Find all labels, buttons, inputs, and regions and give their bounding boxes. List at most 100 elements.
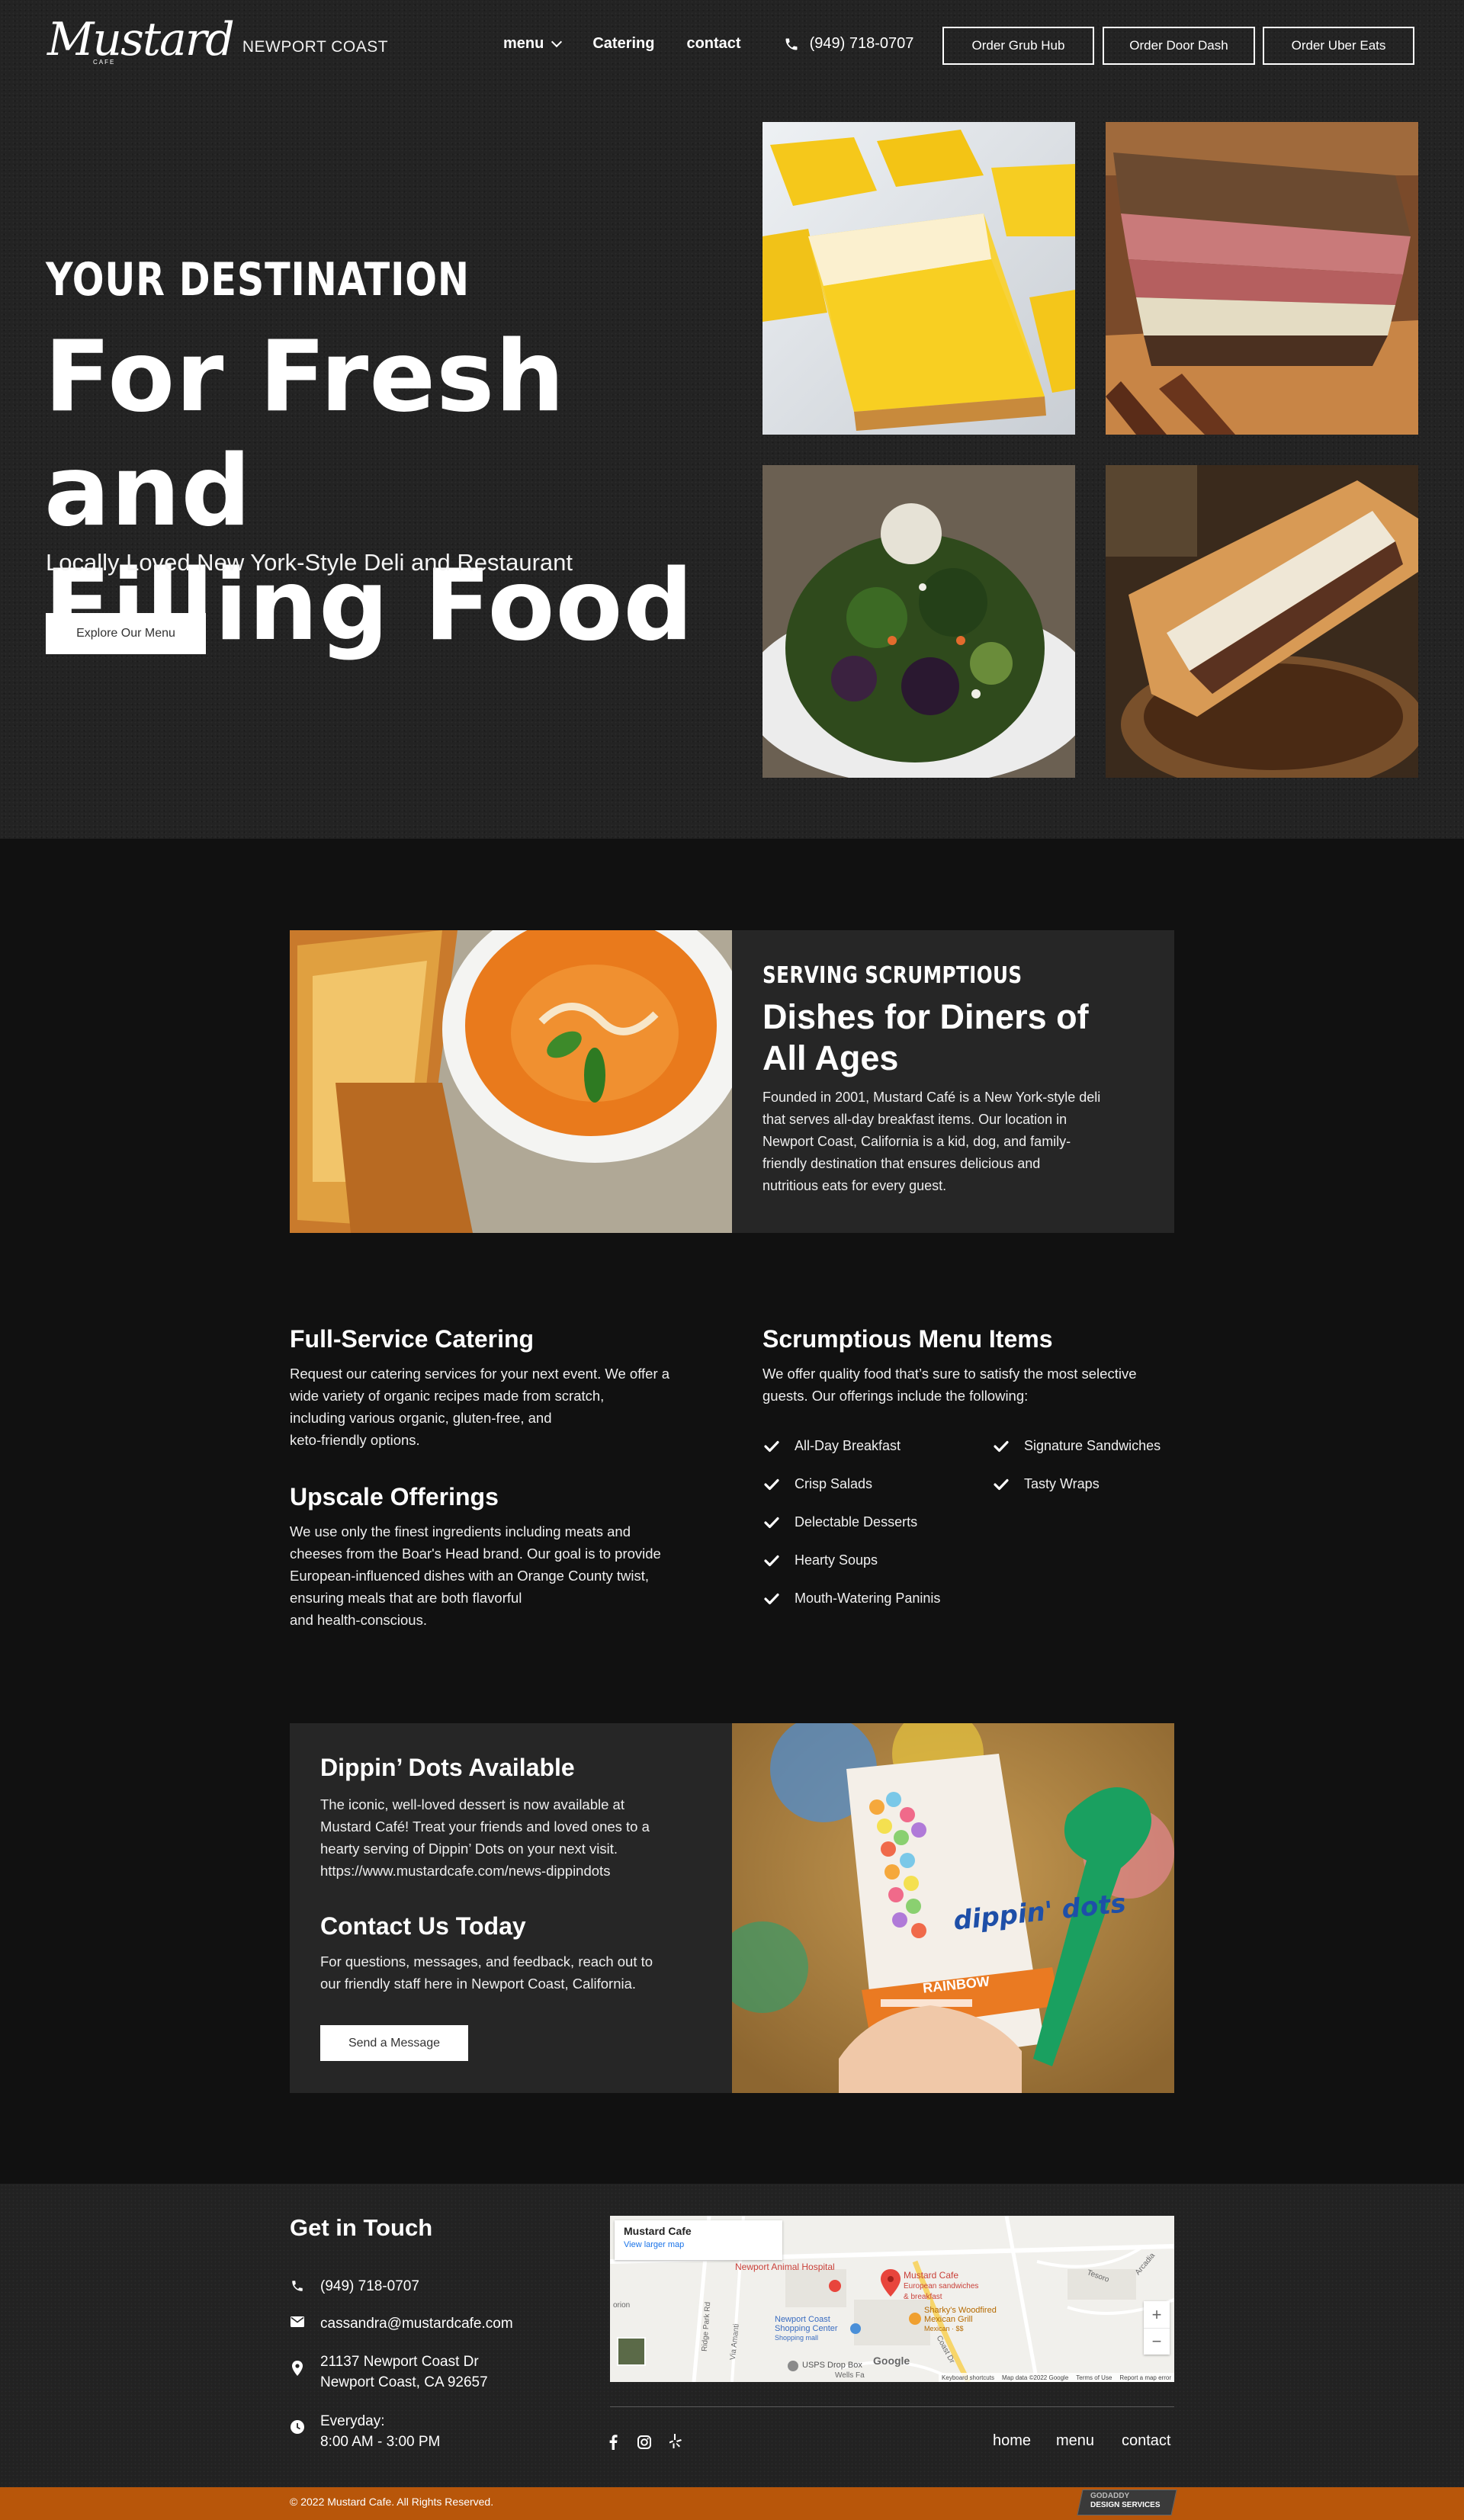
copyright-bar — [0, 2487, 1464, 2520]
main-nav: menu Catering contact (949) 718-0707 — [503, 35, 913, 53]
footer-link-menu[interactable]: menu — [1056, 2432, 1094, 2450]
list-item: Mouth-Watering Paninis — [764, 1591, 940, 1607]
map-label-cafe-sub: European sandwiches — [904, 2282, 979, 2290]
footer-address: 21137 Newport Coast Dr Newport Coast, CA… — [320, 2351, 488, 2393]
nav-catering[interactable]: Catering — [592, 35, 654, 53]
catering-title: Full-Service Catering — [290, 1325, 535, 1353]
upscale-title: Upscale Offerings — [290, 1483, 499, 1510]
order-doordash-button[interactable]: Order Door Dash — [1103, 27, 1255, 65]
map-label-hospital: Newport Animal Hospital — [735, 2262, 835, 2272]
list-item: All-Day Breakfast — [764, 1438, 901, 1454]
dippin-body-line: hearty serving of Dippin’ Dots on your n… — [320, 1841, 618, 1857]
map-terms-link[interactable]: Terms of Use — [1076, 2374, 1112, 2381]
check-icon — [764, 1478, 779, 1490]
dippin-dots-photo: dippin' dots RAINBOW — [732, 1723, 1174, 2093]
dippin-body: The iconic, well-loved dessert is now av… — [320, 1793, 650, 1882]
godaddy-badge-line2: DESIGN SERVICES — [1090, 2501, 1161, 2509]
check-icon — [764, 1440, 779, 1452]
upscale-body-line: and health-conscious. — [290, 1612, 427, 1628]
menu-items-block: Scrumptious Menu Items We offer quality … — [762, 1325, 1190, 1407]
order-grubhub-button[interactable]: Order Grub Hub — [942, 27, 1094, 65]
footer-email-row[interactable]: cassandra@mustardcafe.com — [290, 2313, 513, 2334]
map-label-shopping-line: Shopping Center — [775, 2324, 838, 2333]
site-logo[interactable]: Mustard CAFE NEWPORT COAST — [47, 13, 388, 66]
yelp-icon[interactable] — [669, 2434, 682, 2453]
list-item-label: Mouth-Watering Paninis — [795, 1591, 941, 1606]
location-map[interactable]: Mustard Cafe View larger map Newport Ani… — [610, 2216, 1174, 2382]
nav-phone-number: (949) 718-0707 — [809, 35, 914, 52]
menu-items-body-line: guests. Our offerings include the follow… — [762, 1388, 1029, 1404]
facebook-icon[interactable] — [608, 2435, 618, 2454]
map-label-orion: orion — [613, 2301, 631, 2310]
dippin-dots-card: Dippin’ Dots Available The iconic, well-… — [290, 1723, 732, 2093]
map-zoom-out-button[interactable]: − — [1144, 2328, 1170, 2355]
godaddy-badge-line1: GODADDY — [1090, 2492, 1130, 2500]
upscale-block: Upscale Offerings We use only the finest… — [290, 1483, 717, 1631]
logo-script-text: Mustard — [47, 13, 233, 66]
copyright-text: © 2022 Mustard Cafe. All Rights Reserved… — [290, 2496, 494, 2508]
dippin-body-line: The iconic, well-loved dessert is now av… — [320, 1796, 624, 1812]
explore-menu-button[interactable]: Explore Our Menu — [46, 613, 206, 654]
map-label-cafe-name: Mustard Cafe — [904, 2270, 959, 2281]
map-label-shopping: Newport Coast Shopping Center Shopping m… — [775, 2315, 838, 2342]
catering-body-line: Request our catering services for your n… — [290, 1366, 670, 1382]
hero-title-line1: For Fresh and — [44, 320, 566, 548]
nav-contact[interactable]: contact — [686, 35, 740, 53]
map-label-shopping-line: Newport Coast — [775, 2315, 830, 2324]
catering-block: Full-Service Catering Request our cateri… — [290, 1325, 717, 1451]
about-title: Dishes for Diners of All Ages — [762, 997, 1144, 1079]
map-pin-icon — [290, 2351, 305, 2376]
map-view-larger-link[interactable]: View larger map — [624, 2240, 773, 2249]
list-item-label: Tasty Wraps — [1024, 1476, 1100, 1491]
about-body-line: Founded in 2001, Mustard Café is a New Y… — [762, 1090, 1101, 1105]
map-label-cafe-sub: & breakfast — [904, 2293, 942, 2301]
logo-cafe-text: CAFE — [93, 59, 116, 66]
dippin-news-link[interactable]: https://www.mustardcafe.com/news-dippind… — [320, 1863, 610, 1879]
about-body: Founded in 2001, Mustard Café is a New Y… — [762, 1087, 1144, 1197]
upscale-body-line: We use only the finest ingredients inclu… — [290, 1523, 631, 1539]
list-item: Signature Sandwiches — [994, 1438, 1161, 1454]
about-body-line: friendly destination that ensures delici… — [762, 1156, 1041, 1171]
footer-hours-line2: 8:00 AM - 3:00 PM — [320, 2434, 441, 2450]
contact-us-title: Contact Us Today — [320, 1912, 526, 1940]
footer-address-line2: Newport Coast, CA 92657 — [320, 2374, 488, 2390]
about-title-line1: Dishes for Diners of — [762, 997, 1089, 1036]
upscale-body-line: cheeses from the Boar's Head brand. Our … — [290, 1546, 661, 1562]
footer-link-contact[interactable]: contact — [1122, 2432, 1170, 2450]
menu-items-body-line: We offer quality food that’s sure to sat… — [762, 1366, 1137, 1382]
catering-body-line: keto-friendly options. — [290, 1432, 420, 1448]
catering-body-line: wide variety of organic recipes made fro… — [290, 1388, 605, 1404]
send-message-button[interactable]: Send a Message — [320, 2025, 468, 2061]
hero-subtitle: Locally Loved New York-Style Deli and Re… — [46, 549, 573, 576]
about-body-line: that serves all-day breakfast items. Our… — [762, 1112, 1068, 1127]
check-icon — [764, 1555, 779, 1566]
nav-phone-link[interactable]: (949) 718-0707 — [784, 35, 914, 53]
contact-us-body-line: For questions, messages, and feedback, r… — [320, 1953, 653, 1969]
map-place-card: Mustard Cafe View larger map — [615, 2220, 782, 2260]
instagram-icon[interactable] — [637, 2435, 651, 2453]
phone-icon — [785, 38, 798, 50]
clock-icon — [290, 2411, 305, 2434]
footer-email: cassandra@mustardcafe.com — [320, 2316, 513, 2332]
about-title-line2: All Ages — [762, 1038, 899, 1077]
check-icon — [994, 1478, 1009, 1490]
map-keyboard-shortcuts-link[interactable]: Keyboard shortcuts — [942, 2374, 994, 2381]
about-card: SERVING SCRUMPTIOUS Dishes for Diners of… — [732, 930, 1174, 1233]
footer-phone: (949) 718-0707 — [320, 2278, 419, 2294]
order-ubereats-button[interactable]: Order Uber Eats — [1263, 27, 1414, 65]
map-google-logo: Google — [873, 2355, 910, 2367]
list-item: Crisp Salads — [764, 1476, 872, 1492]
footer-hours-line1: Everyday: — [320, 2413, 385, 2429]
map-label-sharkys-line: Sharky's Woodfired — [924, 2306, 997, 2315]
map-zoom-in-button[interactable]: + — [1144, 2301, 1170, 2328]
hero-title: For Fresh and Filling Food — [44, 320, 730, 663]
footer-link-home[interactable]: home — [993, 2432, 1031, 2450]
nav-menu[interactable]: menu — [503, 35, 563, 53]
map-label-cafe: Mustard Cafe European sandwiches & break… — [904, 2271, 978, 2302]
footer-phone-row[interactable]: (949) 718-0707 — [290, 2276, 419, 2297]
footer-address-row[interactable]: 21137 Newport Coast Dr Newport Coast, CA… — [290, 2351, 488, 2393]
map-label-sharkys-line: Mexican Grill — [924, 2315, 973, 2324]
map-report-error-link[interactable]: Report a map error — [1119, 2374, 1171, 2381]
reuben-sandwich-photo — [1106, 122, 1418, 435]
dippin-title: Dippin’ Dots Available — [320, 1754, 575, 1781]
